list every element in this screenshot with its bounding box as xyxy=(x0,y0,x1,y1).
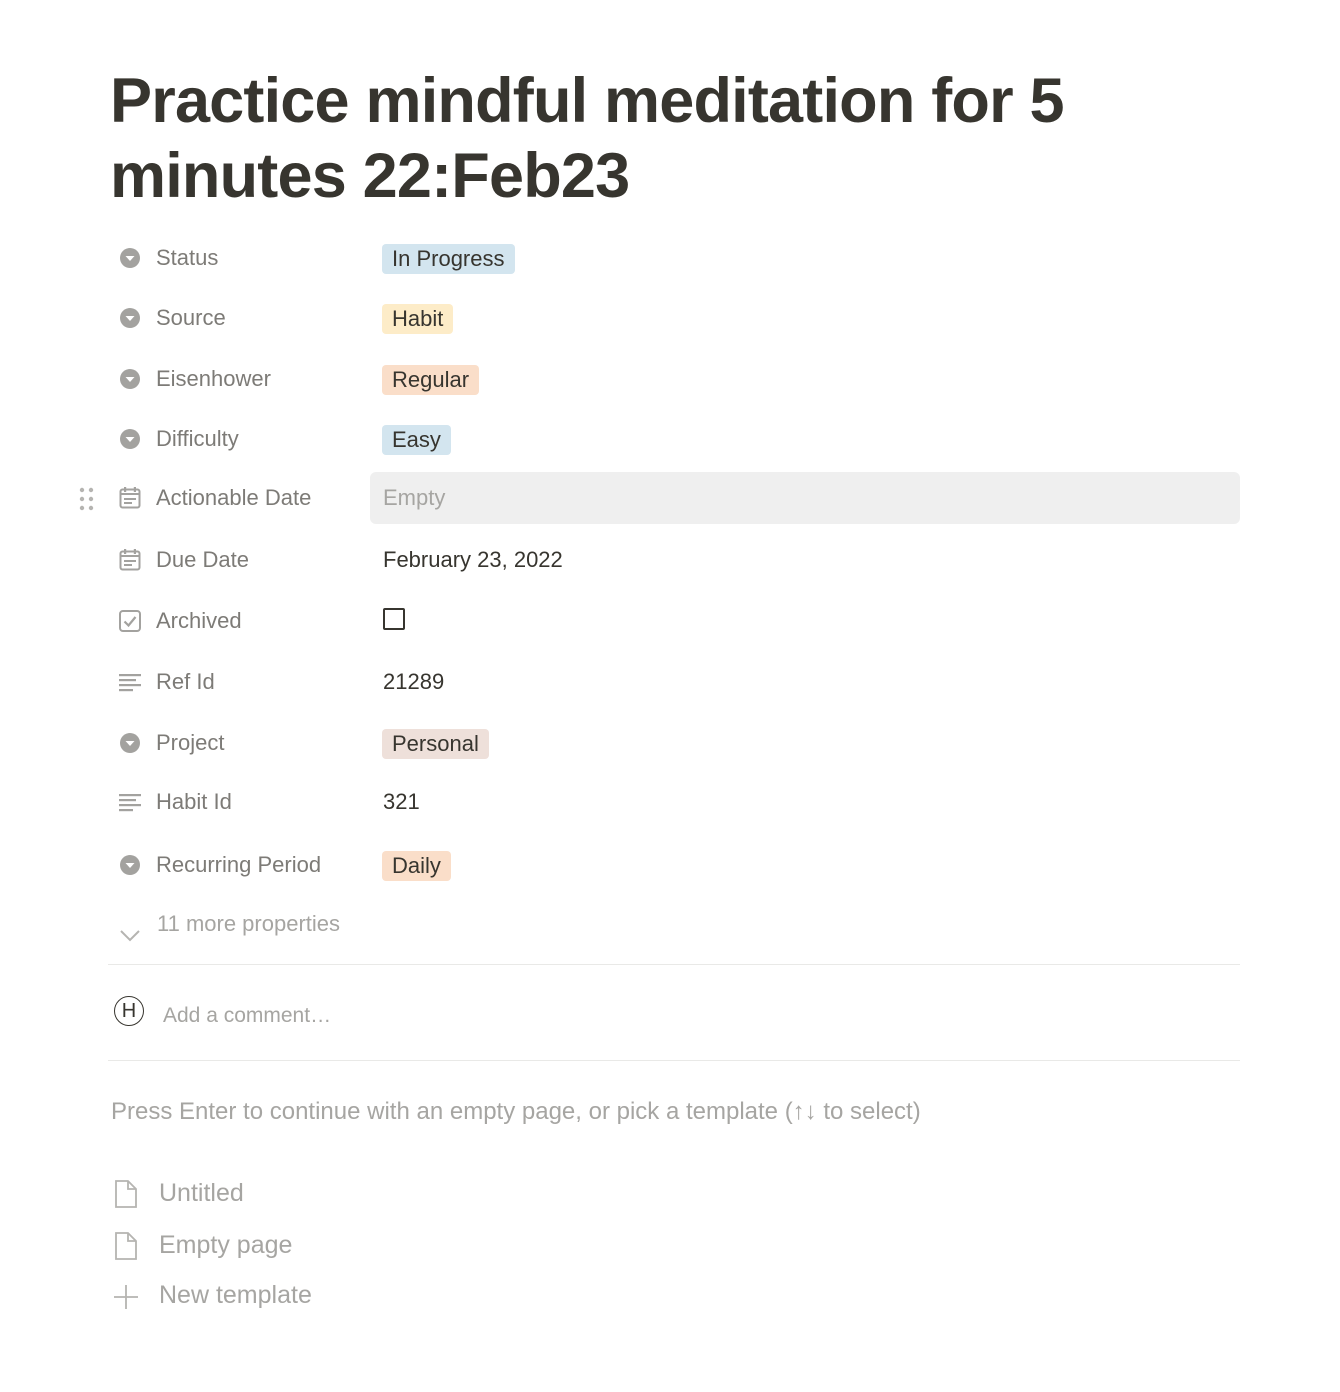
property-row-status[interactable]: Status In Progress xyxy=(0,232,1340,284)
page-icon xyxy=(112,1179,140,1214)
eisenhower-tag: Regular xyxy=(382,365,480,395)
comment-input[interactable]: Add a comment… xyxy=(163,994,331,1038)
project-tag: Personal xyxy=(382,729,489,759)
property-label[interactable]: Difficulty xyxy=(156,413,239,465)
property-row-due-date[interactable]: Due Date February 23, 2022 xyxy=(0,534,1340,586)
property-row-project[interactable]: Project Personal xyxy=(0,717,1340,769)
ref-id-field[interactable]: 21289 xyxy=(370,656,1240,708)
select-icon xyxy=(118,427,142,451)
property-row-habit-id[interactable]: Habit Id 321 xyxy=(0,776,1340,828)
archived-checkbox[interactable] xyxy=(383,608,405,630)
text-icon xyxy=(118,670,142,694)
property-label[interactable]: Source xyxy=(156,292,226,344)
more-properties-label: 11 more properties xyxy=(157,911,341,936)
template-item-untitled[interactable]: Untitled xyxy=(110,1169,510,1217)
empty-placeholder: Empty xyxy=(383,485,446,510)
calendar-icon xyxy=(118,486,142,510)
recurring-period-tag: Daily xyxy=(382,851,451,881)
property-label[interactable]: Project xyxy=(156,717,224,769)
template-hint: Press Enter to continue with an empty pa… xyxy=(111,1098,921,1125)
property-value[interactable]: Habit xyxy=(370,292,1240,344)
property-label[interactable]: Due Date xyxy=(156,534,249,586)
property-value[interactable]: Easy xyxy=(370,413,1240,465)
property-label[interactable]: Actionable Date xyxy=(156,472,311,524)
divider xyxy=(108,1060,1240,1061)
source-tag: Habit xyxy=(382,304,454,334)
template-item-new-template[interactable]: New template xyxy=(110,1271,510,1319)
habit-id-value: 321 xyxy=(383,789,420,814)
property-label[interactable]: Ref Id xyxy=(156,656,215,708)
habit-id-field[interactable]: 321 xyxy=(370,776,1240,828)
property-row-source[interactable]: Source Habit xyxy=(0,292,1340,344)
property-label[interactable]: Status xyxy=(156,232,218,284)
comment-row[interactable]: H Add a comment… xyxy=(108,986,1240,1046)
property-row-archived[interactable]: Archived xyxy=(0,595,1340,647)
page-title[interactable]: Practice mindful meditation for 5 minute… xyxy=(110,64,1170,214)
property-label[interactable]: Eisenhower xyxy=(156,353,271,405)
property-value[interactable]: In Progress xyxy=(370,232,1240,284)
actionable-date-field[interactable]: Empty xyxy=(370,472,1240,524)
checkbox-icon xyxy=(118,609,142,633)
drag-handle-icon[interactable] xyxy=(78,486,96,512)
difficulty-tag: Easy xyxy=(382,425,451,455)
chevron-down-icon xyxy=(118,914,142,962)
property-value[interactable]: Personal xyxy=(370,717,1240,769)
due-date-value: February 23, 2022 xyxy=(383,547,563,572)
avatar: H xyxy=(114,996,144,1026)
property-label[interactable]: Archived xyxy=(156,595,242,647)
select-icon xyxy=(118,367,142,391)
property-row-eisenhower[interactable]: Eisenhower Regular xyxy=(0,353,1340,405)
status-tag: In Progress xyxy=(382,244,515,274)
calendar-icon xyxy=(118,548,142,572)
divider xyxy=(108,964,1240,965)
select-icon xyxy=(118,246,142,270)
select-icon xyxy=(118,731,142,755)
template-label: Empty page xyxy=(159,1231,293,1259)
property-row-actionable-date[interactable]: Actionable Date Empty xyxy=(0,472,1340,524)
property-row-ref-id[interactable]: Ref Id 21289 xyxy=(0,656,1340,708)
property-value[interactable]: Daily xyxy=(370,839,1240,891)
plus-icon xyxy=(112,1281,140,1316)
select-icon xyxy=(118,853,142,877)
text-icon xyxy=(118,790,142,814)
property-row-difficulty[interactable]: Difficulty Easy xyxy=(0,413,1340,465)
select-icon xyxy=(118,306,142,330)
archived-field[interactable] xyxy=(370,595,1240,647)
template-label: Untitled xyxy=(159,1179,244,1207)
property-row-recurring-period[interactable]: Recurring Period Daily xyxy=(0,839,1340,891)
property-label[interactable]: Recurring Period xyxy=(156,839,321,891)
page-icon xyxy=(112,1231,140,1266)
ref-id-value: 21289 xyxy=(383,669,445,694)
due-date-field[interactable]: February 23, 2022 xyxy=(370,534,1240,586)
template-label: New template xyxy=(159,1281,312,1309)
template-item-empty-page[interactable]: Empty page xyxy=(110,1221,510,1269)
property-value[interactable]: Regular xyxy=(370,353,1240,405)
property-label[interactable]: Habit Id xyxy=(156,776,232,828)
